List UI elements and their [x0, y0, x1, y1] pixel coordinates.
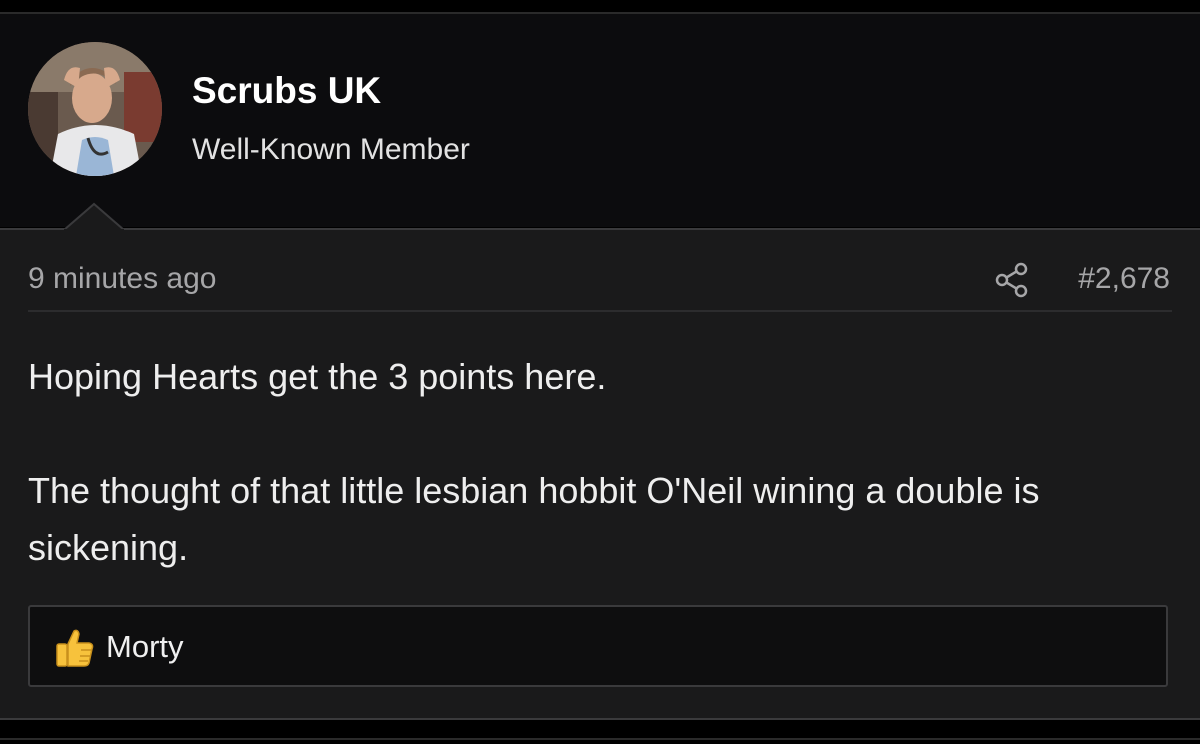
- message-paragraph: The thought of that little lesbian hobbi…: [28, 470, 1040, 568]
- post-timestamp[interactable]: 9 minutes ago: [28, 262, 216, 296]
- post-number-link[interactable]: #2,678: [1078, 262, 1170, 296]
- reaction-user-list[interactable]: Morty: [106, 629, 184, 665]
- post-author-header: Scrubs UK Well-Known Member: [0, 14, 1200, 227]
- next-post-gap: [0, 720, 1200, 744]
- user-avatar-photo: [28, 42, 162, 176]
- author-title: Well-Known Member: [192, 133, 470, 166]
- author-name[interactable]: Scrubs UK: [192, 70, 381, 112]
- meta-divider: [28, 310, 1172, 312]
- share-icon[interactable]: [995, 262, 1029, 298]
- reactions-bar[interactable]: Morty: [28, 605, 1168, 687]
- post-message: Hoping Hearts get the 3 points here. The…: [28, 348, 1168, 576]
- next-post-divider: [0, 738, 1200, 740]
- thumbs-up-icon: [54, 627, 96, 669]
- message-paragraph: Hoping Hearts get the 3 points here.: [28, 356, 607, 397]
- thread-post: Scrubs UK Well-Known Member 9 minutes ag…: [0, 0, 1200, 744]
- user-avatar[interactable]: [28, 42, 162, 176]
